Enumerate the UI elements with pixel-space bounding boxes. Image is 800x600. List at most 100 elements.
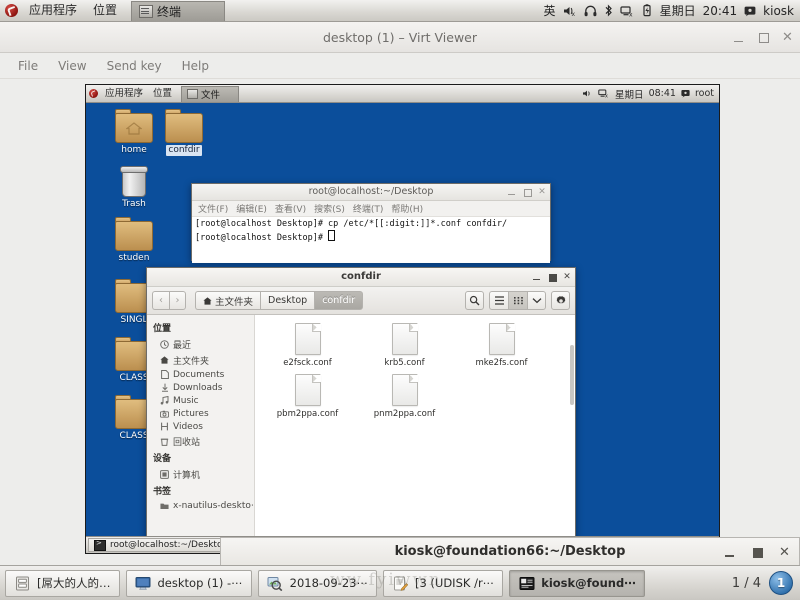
file-manager-content[interactable]: e2fsck.conf krb5.conf mke2fs.conf pbm2pp… — [255, 315, 575, 553]
breadcrumb-desktop[interactable]: Desktop — [260, 291, 315, 310]
sidebar-item-home[interactable]: 主文件夹 — [147, 352, 254, 368]
taskbar-item-image-viewer[interactable]: 2018-09-23⋯ — [257, 569, 377, 597]
breadcrumb-confdir[interactable]: confdir — [314, 291, 364, 310]
sidebar-item-pictures[interactable]: Pictures — [147, 407, 254, 420]
desktop-icon-label: SINGL — [120, 315, 148, 325]
guest-menu-applications[interactable]: 应用程序 — [100, 85, 148, 102]
sidebar-item-music[interactable]: Music — [147, 394, 254, 407]
file-manager-body: 位置 最近 主文件夹 Documents Downloads Music Pic… — [147, 315, 575, 553]
guest-network-icon[interactable]: x — [598, 89, 610, 98]
terminal-output[interactable]: [root@localhost Desktop]# cp /etc/*[[:di… — [192, 217, 550, 263]
sidebar-item-recent[interactable]: 最近 — [147, 336, 254, 352]
host-menu-places[interactable]: 位置 — [85, 0, 125, 21]
workspace-indicator[interactable]: 1 — [769, 571, 793, 595]
virt-viewer-titlebar[interactable]: desktop (1) – Virt Viewer ✕ — [0, 22, 800, 53]
terminal-menu-edit[interactable]: 编辑(E) — [232, 202, 271, 215]
terminal-menu-view[interactable]: 查看(V) — [271, 202, 310, 215]
menu-file[interactable]: File — [8, 54, 48, 78]
file-item[interactable]: pnm2ppa.conf — [356, 374, 453, 419]
sidebar-item-label: x-nautilus-deskto⋯ — [173, 500, 254, 511]
guest-username[interactable]: root — [695, 88, 714, 99]
forward-button[interactable]: › — [169, 291, 186, 310]
guest-menu-places[interactable]: 位置 — [148, 85, 177, 102]
network-disconnected-icon[interactable]: x — [619, 5, 635, 17]
bluetooth-icon[interactable] — [604, 4, 613, 17]
back-button[interactable]: ‹ — [152, 291, 169, 310]
close-button[interactable]: ✕ — [563, 273, 571, 282]
host-menu-applications[interactable]: 应用程序 — [21, 0, 85, 21]
headphones-icon[interactable] — [584, 5, 597, 17]
taskbar-item-label: [屌大的人的… — [37, 576, 111, 590]
sidebar-item-x-nautilus-desktop[interactable]: x-nautilus-deskto⋯ — [147, 499, 254, 512]
maximize-button[interactable] — [757, 31, 770, 44]
guest-window-tab-files[interactable]: 文件 — [181, 85, 240, 102]
grid-view-icon[interactable] — [508, 291, 527, 310]
taskbar-item-kiosk-terminal[interactable]: kiosk@found⋯ — [509, 569, 645, 597]
taskbar-item-editor[interactable]: [3 (UDISK /r⋯ — [382, 569, 504, 597]
film-icon — [160, 422, 169, 431]
host-window-tab-terminal[interactable]: 终端 — [131, 0, 226, 21]
close-button[interactable]: ✕ — [538, 188, 546, 197]
guest-taskbar-item-terminal[interactable]: root@localhost:~/Desktop — [88, 538, 235, 552]
maximize-button[interactable] — [751, 546, 764, 559]
kiosk-terminal-window[interactable]: kiosk@foundation66:~/Desktop ✕ — [220, 537, 800, 565]
terminal-titlebar[interactable]: root@localhost:~/Desktop ✕ — [192, 184, 550, 201]
minimize-button[interactable] — [533, 273, 541, 281]
guest-clock-day[interactable]: 星期日 — [615, 87, 644, 101]
taskbar-item-desktop-virt-viewer[interactable]: desktop (1) -⋯ — [125, 569, 252, 597]
sidebar-item-downloads[interactable]: Downloads — [147, 381, 254, 394]
sidebar-item-trash[interactable]: 回收站 — [147, 433, 254, 449]
taskbar-item-archive[interactable]: [屌大的人的… — [5, 569, 120, 597]
file-item[interactable]: pbm2ppa.conf — [259, 374, 356, 419]
terminal-menu-help[interactable]: 帮助(H) — [387, 202, 427, 215]
guest-desktop[interactable]: home confdir Trash studen SINGL CLASS CL… — [86, 103, 719, 553]
battery-charging-icon[interactable] — [642, 4, 653, 17]
search-icon[interactable] — [465, 291, 484, 310]
file-manager-titlebar[interactable]: confdir ✕ — [147, 268, 575, 287]
desktop-icon-trash[interactable]: Trash — [106, 165, 162, 210]
desktop-icon-home[interactable]: home — [106, 109, 162, 156]
file-item[interactable]: krb5.conf — [356, 323, 453, 368]
menu-send-key[interactable]: Send key — [97, 54, 172, 78]
chevron-down-icon[interactable] — [527, 291, 546, 310]
breadcrumb-home[interactable]: 主文件夹 — [195, 291, 261, 310]
breadcrumb-label: Desktop — [268, 295, 308, 306]
terminal-menu-search[interactable]: 搜索(S) — [310, 202, 349, 215]
desktop-icon-student[interactable]: studen — [106, 217, 162, 264]
file-item[interactable]: mke2fs.conf — [453, 323, 550, 368]
close-button[interactable]: ✕ — [778, 546, 791, 559]
clock-time[interactable]: 20:41 — [703, 4, 738, 18]
menu-help[interactable]: Help — [172, 54, 219, 78]
desktop-icon-confdir[interactable]: confdir — [156, 109, 212, 156]
clock-day[interactable]: 星期日 — [660, 2, 696, 19]
close-button[interactable]: ✕ — [781, 31, 794, 44]
maximize-button[interactable] — [523, 188, 532, 197]
volume-icon[interactable] — [582, 89, 593, 98]
sidebar-item-computer[interactable]: 计算机 — [147, 466, 254, 482]
menu-view[interactable]: View — [48, 54, 96, 78]
volume-muted-icon[interactable]: x — [563, 5, 577, 17]
content-scrollbar[interactable] — [570, 345, 574, 405]
minimize-button[interactable] — [733, 31, 746, 44]
maximize-button[interactable] — [548, 273, 557, 282]
file-item[interactable]: e2fsck.conf — [259, 323, 356, 368]
host-username[interactable]: kiosk — [763, 4, 794, 18]
terminal-menu-terminal[interactable]: 终端(T) — [349, 202, 388, 215]
clock-icon — [160, 339, 169, 349]
list-view-icon[interactable] — [489, 291, 508, 310]
fedora-logo-icon[interactable] — [5, 4, 18, 17]
toolbar-right-group — [465, 291, 570, 310]
guest-clock-time[interactable]: 08:41 — [649, 88, 676, 99]
guest-user-status-icon[interactable] — [681, 89, 690, 98]
gear-icon[interactable] — [551, 291, 570, 310]
input-method-indicator[interactable]: 英 — [544, 2, 556, 19]
minimize-button[interactable] — [508, 188, 516, 196]
guest-fedora-logo-icon[interactable] — [89, 89, 98, 98]
terminal-menu-file[interactable]: 文件(F) — [194, 202, 232, 215]
minimize-button[interactable] — [724, 546, 737, 559]
host-top-panel: 应用程序 位置 终端 英 x x 星期日 20:41 kiosk — [0, 0, 800, 22]
sidebar-item-videos[interactable]: Videos — [147, 420, 254, 433]
sidebar-item-documents[interactable]: Documents — [147, 368, 254, 381]
file-manager-toolbar: ‹ › 主文件夹 Desktop confdir — [147, 287, 575, 315]
user-status-icon[interactable] — [744, 5, 756, 17]
